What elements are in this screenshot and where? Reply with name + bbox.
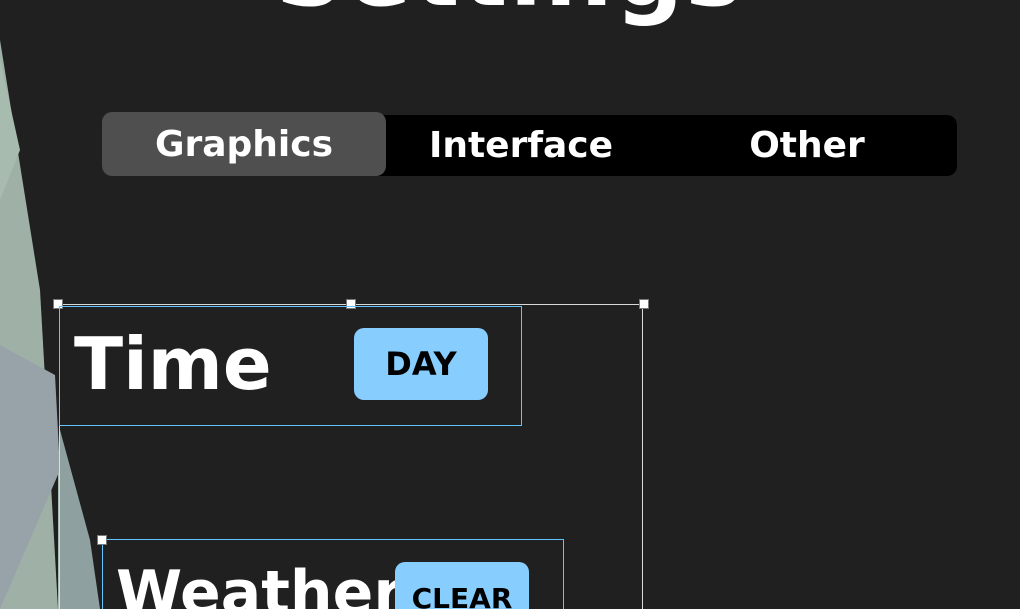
resize-handle-weather[interactable] [97,535,107,545]
time-value-button[interactable]: DAY [354,328,488,400]
background-art [0,40,100,609]
settings-screen: Settings Graphics Interface Other Time D… [0,0,1020,609]
weather-value-button[interactable]: CLEAR [395,562,529,609]
tab-graphics[interactable]: Graphics [102,112,386,176]
tab-bar: Graphics Interface Other [102,112,957,176]
tab-other[interactable]: Other [672,115,942,176]
time-label: Time [74,322,272,406]
page-title: Settings [275,0,744,22]
tab-interface[interactable]: Interface [386,115,656,176]
weather-label: Weather [116,558,403,609]
resize-handle-top-right[interactable] [639,299,649,309]
